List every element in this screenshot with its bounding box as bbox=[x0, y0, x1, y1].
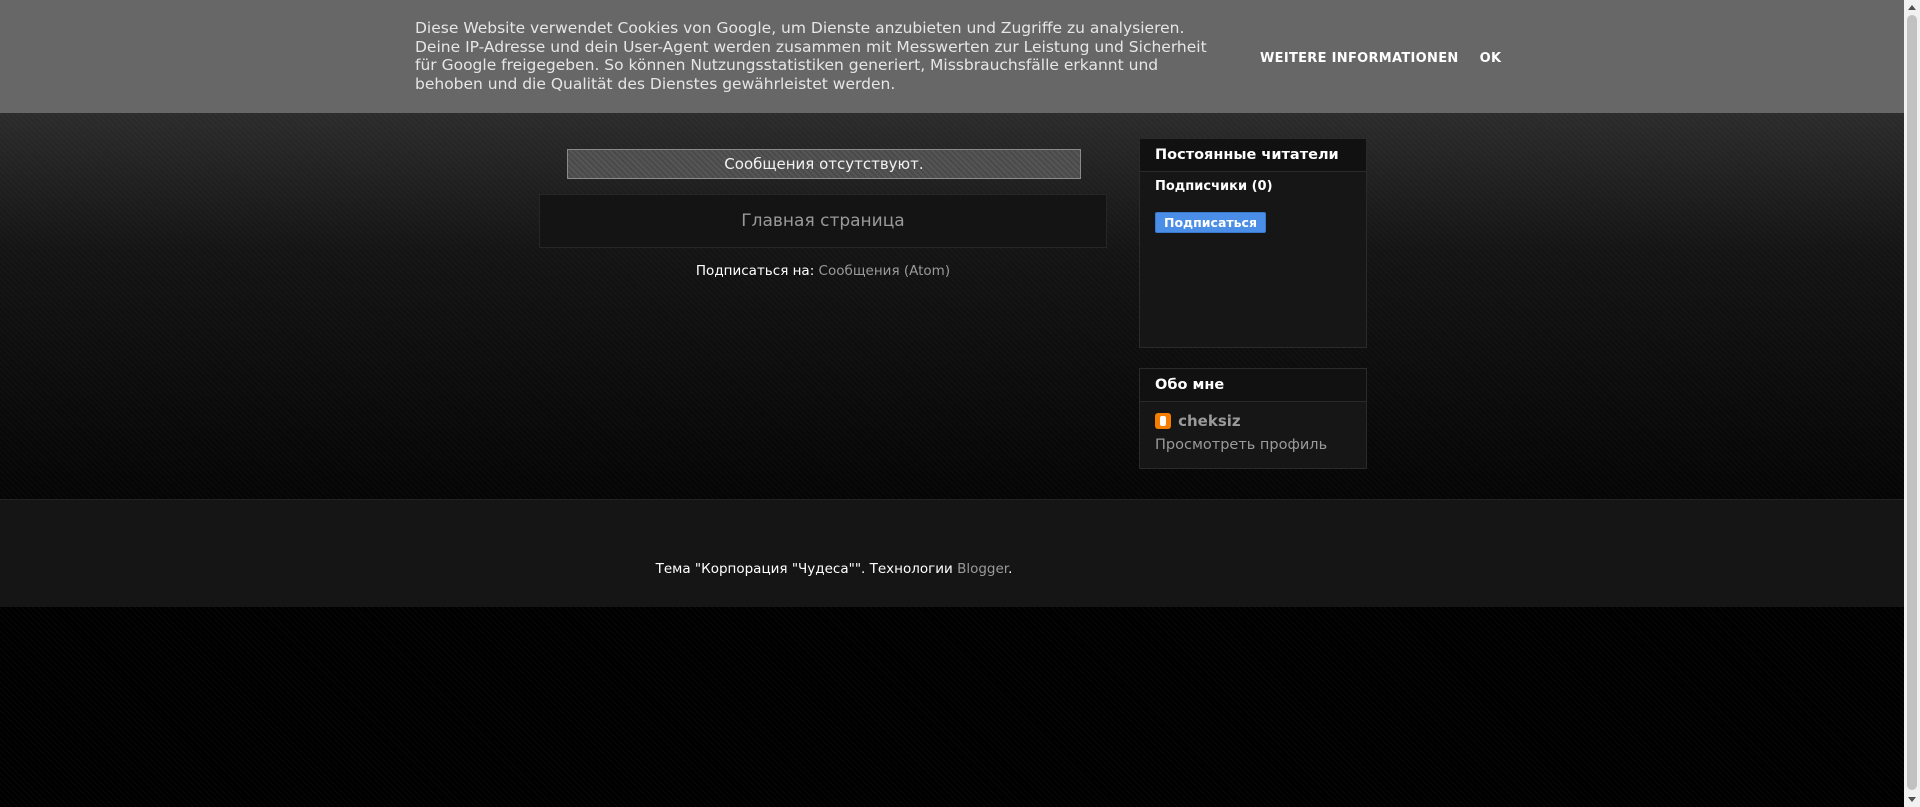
home-link-box: Главная страница bbox=[539, 194, 1107, 248]
cookie-banner: Diese Website verwendet Cookies von Goog… bbox=[0, 0, 1904, 113]
followers-widget: Постоянные читатели Подписчики (0) Подпи… bbox=[1139, 138, 1367, 348]
view-profile-link[interactable]: Просмотреть профиль bbox=[1140, 437, 1366, 453]
about-me-widget-title: Обо мне bbox=[1140, 369, 1366, 402]
cookie-banner-actions: WEITERE INFORMATIONEN OK bbox=[1260, 47, 1517, 66]
footer-attribution: Тема "Корпорация "Чудеса"". Технологии B… bbox=[0, 561, 1668, 577]
scrollbar-thumb[interactable] bbox=[1907, 15, 1917, 790]
followers-count: Подписчики (0) bbox=[1155, 179, 1273, 194]
follow-button[interactable]: Подписаться bbox=[1155, 212, 1266, 233]
footer-theme-text: Тема "Корпорация "Чудеса"". Технологии bbox=[655, 561, 958, 577]
page-background bbox=[0, 607, 1904, 807]
content-region: Сообщения отсутствуют. Главная страница … bbox=[0, 113, 1904, 499]
no-posts-message: Сообщения отсутствуют. bbox=[567, 149, 1081, 179]
more-info-link[interactable]: WEITERE INFORMATIONEN bbox=[1260, 51, 1459, 66]
followers-widget-title: Постоянные читатели bbox=[1140, 139, 1366, 172]
profile-name-link[interactable]: cheksiz bbox=[1178, 412, 1241, 430]
scroll-down-arrow-icon[interactable] bbox=[1908, 797, 1916, 802]
cookie-banner-text: Diese Website verwendet Cookies von Goog… bbox=[415, 19, 1207, 93]
home-link[interactable]: Главная страница bbox=[741, 211, 904, 231]
subscribe-feed-line: Подписаться на: Сообщения (Atom) bbox=[539, 263, 1107, 279]
blogger-link[interactable]: Blogger bbox=[957, 561, 1008, 577]
vertical-scrollbar[interactable] bbox=[1904, 0, 1920, 807]
about-me-widget: Обо мне cheksiz Просмотреть профиль bbox=[1139, 368, 1367, 469]
blogger-icon bbox=[1155, 412, 1171, 429]
footer: Тема "Корпорация "Чудеса"". Технологии B… bbox=[0, 499, 1904, 608]
subscribe-prefix: Подписаться на: bbox=[695, 263, 815, 279]
ok-button[interactable]: OK bbox=[1480, 51, 1502, 66]
scroll-up-arrow-icon[interactable] bbox=[1908, 5, 1916, 10]
atom-feed-link[interactable]: Сообщения (Atom) bbox=[819, 263, 951, 279]
footer-period: . bbox=[1008, 561, 1013, 577]
profile-line: cheksiz bbox=[1140, 410, 1366, 430]
